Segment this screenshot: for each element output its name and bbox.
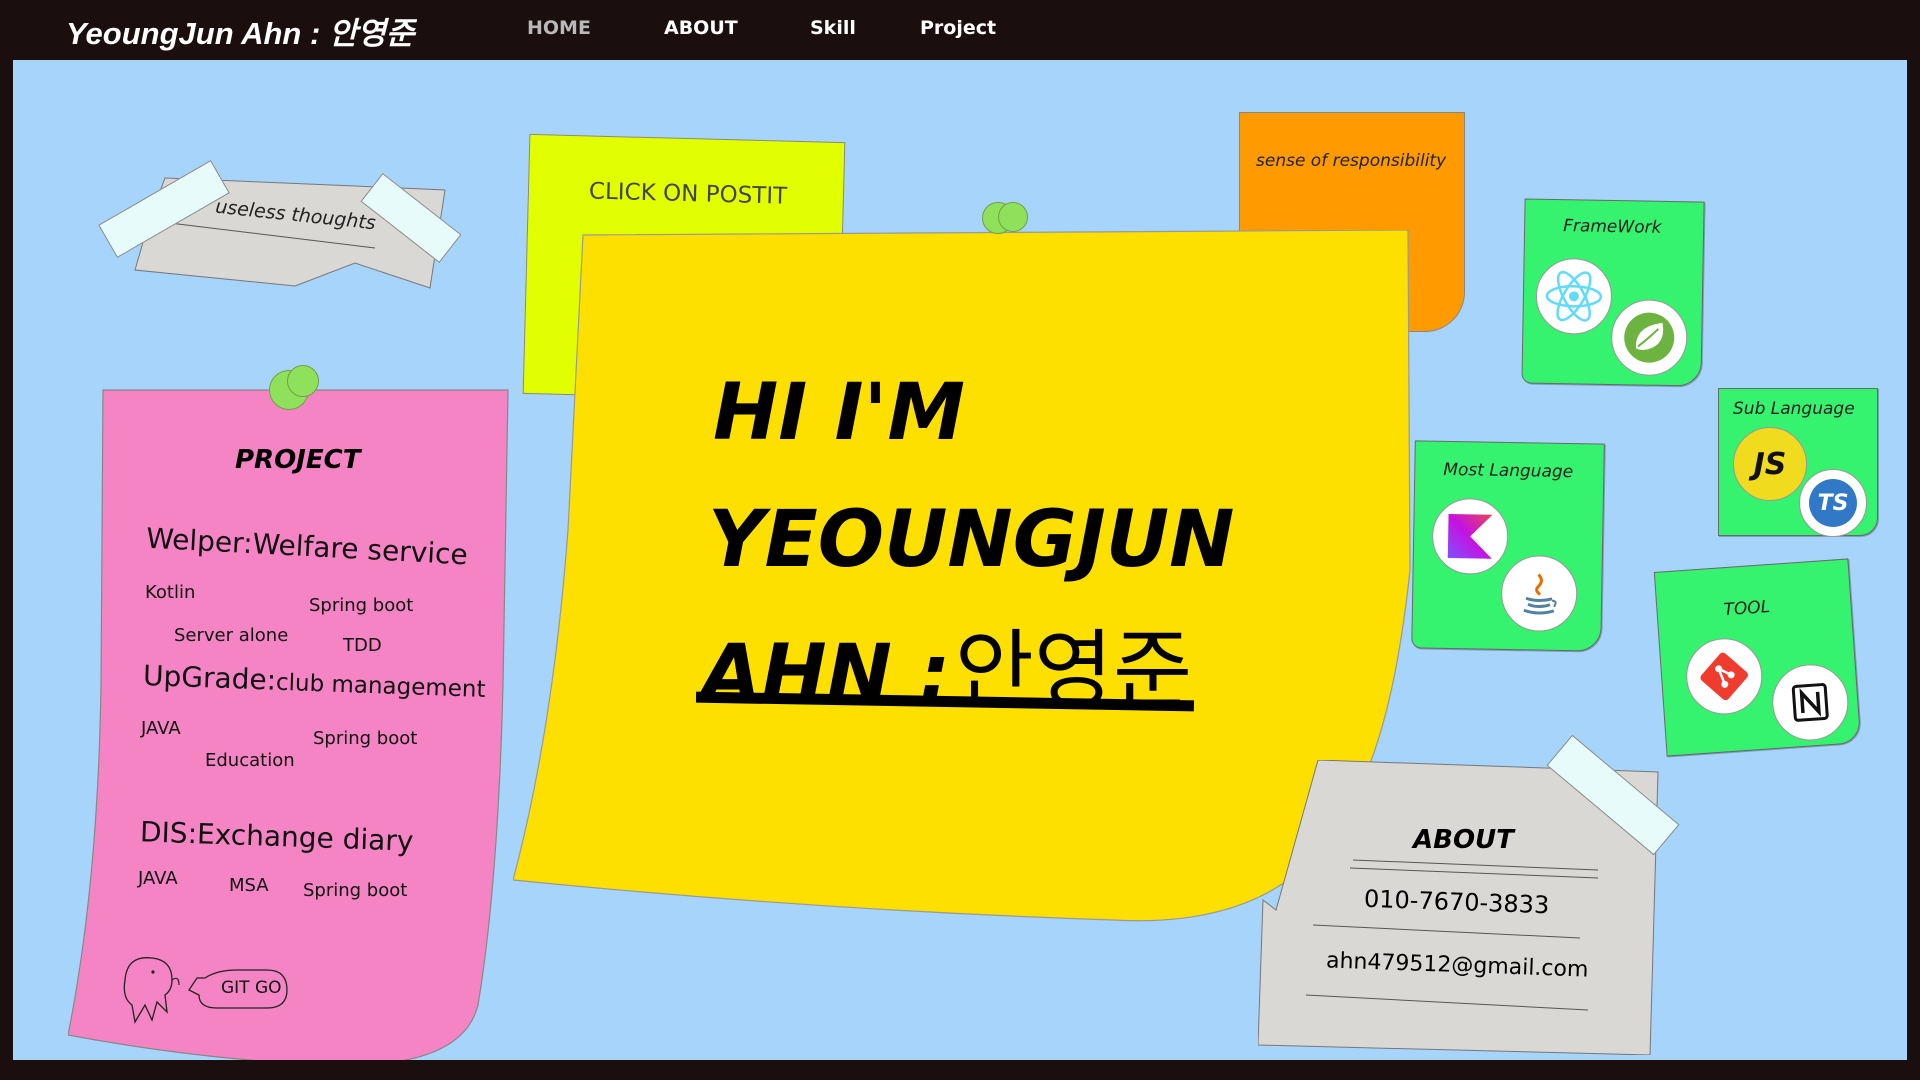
- tag-spring-boot: Spring boot: [313, 728, 418, 749]
- tag-education: Education: [205, 750, 295, 771]
- bulletin-board: useless thoughts CLICK ON POSTIT sense o…: [13, 60, 1907, 1060]
- java-icon: [1500, 554, 1578, 633]
- about-title: ABOUT: [1413, 825, 1514, 855]
- nav-skill[interactable]: Skill: [810, 17, 856, 39]
- hero-line-1: HI I'M: [713, 368, 965, 458]
- top-nav-bar: YeoungJun Ahn : 안영준 HOME ABOUT Skill Pro…: [0, 0, 1920, 60]
- tag-spring-boot: Spring boot: [303, 880, 408, 901]
- most-language-label: Most Language: [1443, 459, 1574, 483]
- git-icon: [1683, 635, 1765, 717]
- typescript-icon: TS: [1799, 469, 1867, 537]
- pin-icon: [287, 365, 319, 397]
- pin-icon: [998, 202, 1028, 232]
- tag-server-alone: Server alone: [174, 625, 289, 646]
- nav-home[interactable]: HOME: [527, 17, 591, 39]
- git-go-button[interactable]: GIT GO: [117, 950, 317, 1030]
- brand-title[interactable]: YeoungJun Ahn : 안영준: [66, 8, 414, 53]
- sub-language-label: Sub Language: [1733, 399, 1855, 419]
- tool-note[interactable]: TOOL: [1653, 558, 1862, 757]
- tag-tdd: TDD: [343, 635, 382, 656]
- most-language-note[interactable]: Most Language: [1411, 440, 1605, 652]
- nav-about[interactable]: ABOUT: [664, 17, 738, 39]
- tag-spring-boot: Spring boot: [309, 595, 414, 616]
- git-go-label: GIT GO: [221, 978, 282, 998]
- tag-java: JAVA: [138, 868, 178, 889]
- hero-line-2: YEOUNGJUN: [708, 495, 1235, 585]
- tag-msa: MSA: [229, 875, 269, 896]
- notion-icon: [1769, 661, 1851, 743]
- click-on-postit-label: CLICK ON POSTIT: [588, 178, 788, 210]
- framework-note[interactable]: FrameWork: [1521, 198, 1705, 387]
- sub-language-note[interactable]: Sub Language JS TS: [1718, 388, 1878, 537]
- elephant-icon: [123, 957, 288, 1024]
- javascript-icon: JS: [1733, 427, 1807, 501]
- project-upgrade-name: UpGrade:: [142, 659, 277, 697]
- react-icon: [1535, 257, 1613, 335]
- tag-java: JAVA: [141, 718, 181, 739]
- responsibility-label: sense of responsibility: [1256, 151, 1447, 171]
- tag-kotlin: Kotlin: [145, 582, 196, 603]
- project-title: PROJECT: [235, 445, 361, 475]
- framework-label: FrameWork: [1562, 216, 1662, 238]
- spring-icon: [1610, 298, 1688, 377]
- kotlin-icon: [1431, 497, 1509, 575]
- nav-project[interactable]: Project: [920, 17, 996, 39]
- tool-label: TOOL: [1722, 597, 1771, 621]
